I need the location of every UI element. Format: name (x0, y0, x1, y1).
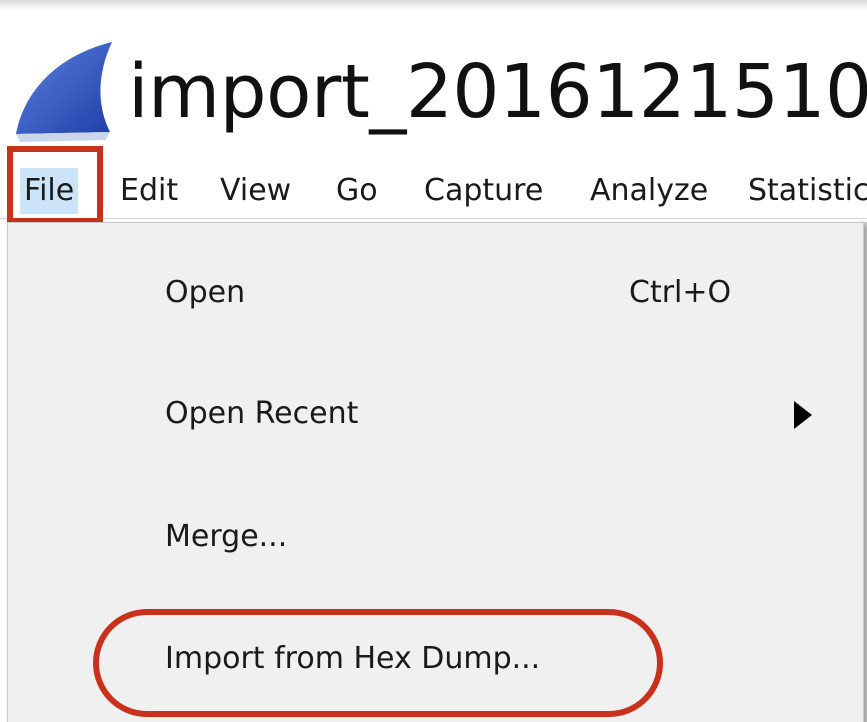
menu-go[interactable]: Go (336, 168, 378, 214)
menu-item-open[interactable]: Open Ctrl+O (8, 249, 863, 339)
menu-item-label: Merge... (165, 519, 288, 554)
window-title: import_20161215100 (128, 49, 867, 135)
menubar: File Edit View Go Capture Analyze Statis… (0, 160, 867, 219)
import-annotation-ellipse (93, 609, 663, 717)
title-bar: import_20161215100 (0, 10, 867, 150)
menu-view[interactable]: View (220, 168, 291, 214)
menu-statistics[interactable]: Statistic (748, 168, 867, 214)
menu-edit[interactable]: Edit (120, 168, 178, 214)
menu-item-label: Open Recent (165, 396, 359, 431)
menu-item-label: Open (165, 275, 246, 310)
menu-analyze[interactable]: Analyze (590, 168, 708, 214)
menu-item-merge[interactable]: Merge... (8, 493, 863, 583)
submenu-arrow-icon (794, 401, 812, 429)
wireshark-fin-icon (16, 42, 112, 142)
menu-capture[interactable]: Capture (424, 168, 543, 214)
menu-item-open-recent[interactable]: Open Recent (8, 370, 863, 460)
window-top-edge (0, 0, 867, 10)
menu-item-shortcut: Ctrl+O (629, 275, 732, 310)
file-menu-annotation (7, 146, 103, 224)
screenshot: import_20161215100 File Edit View Go Cap… (0, 0, 867, 722)
